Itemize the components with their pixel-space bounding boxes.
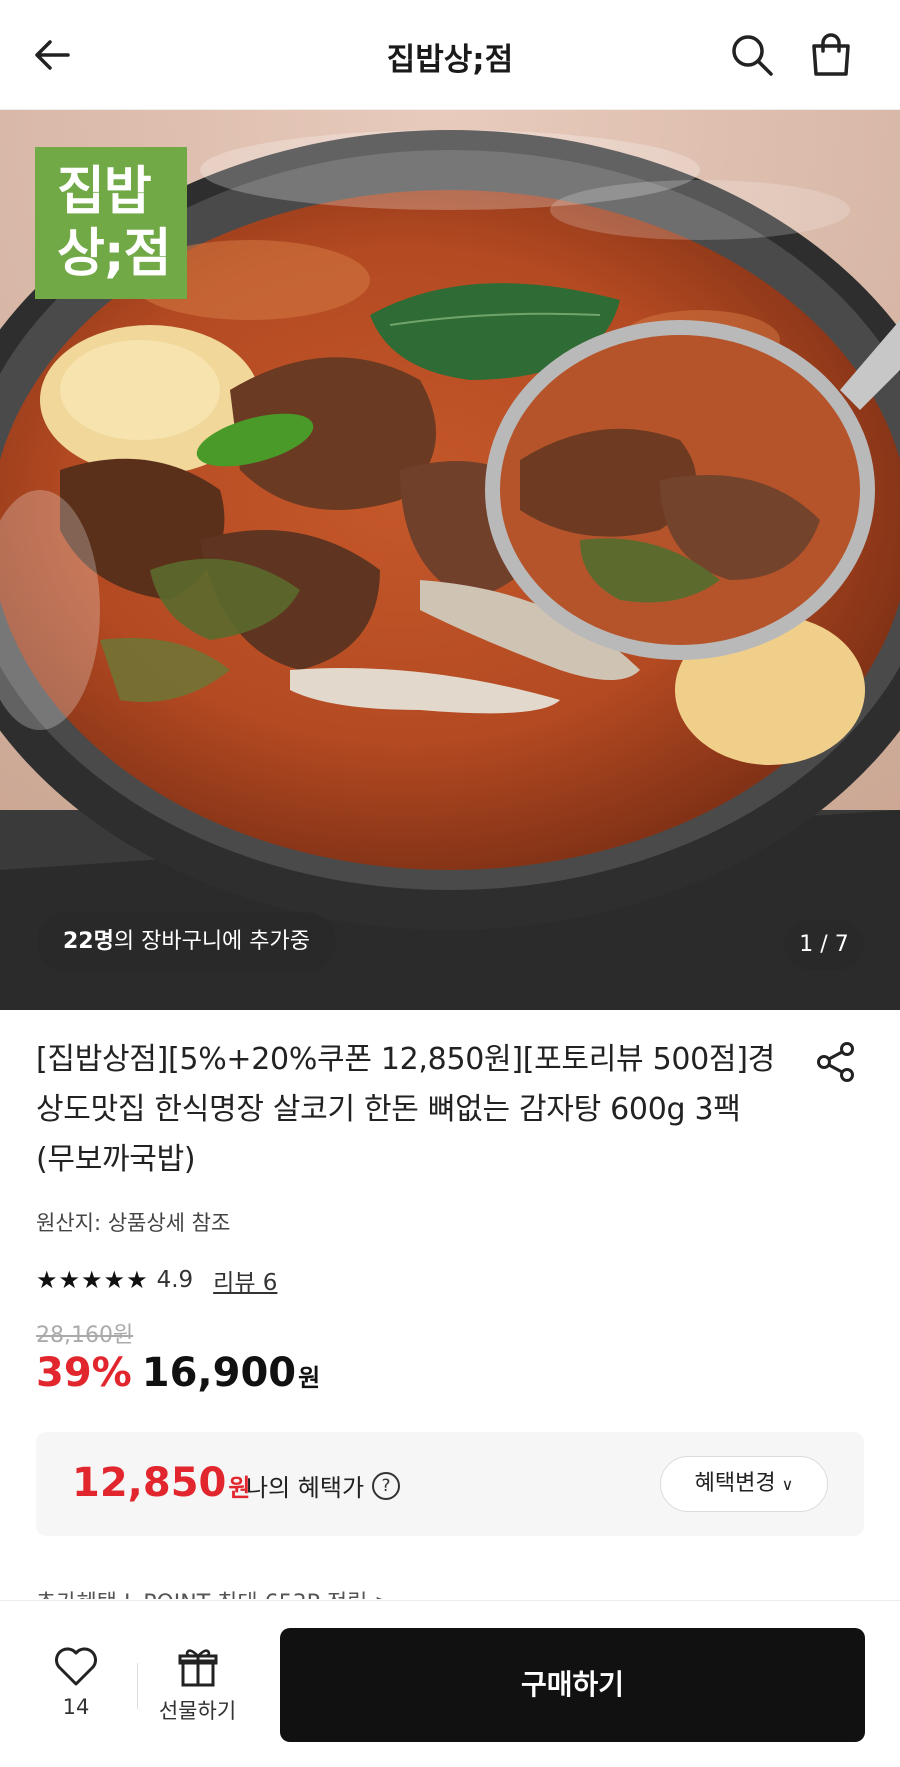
share-icon[interactable] [814, 1040, 858, 1084]
like-count: 14 [62, 1695, 90, 1719]
star-rating-icon: ★★★★★ [36, 1266, 149, 1294]
brand-logo: 집밥 상;점 [35, 147, 187, 299]
cart-count: 22명 [63, 929, 114, 954]
gift-label: 선물하기 [158, 1699, 237, 1723]
benefit-label-text: 나의 혜택가 [246, 1474, 365, 1502]
sale-price: 16,900 [141, 1350, 297, 1396]
product-detail-page: 집밥상;점 집밥 상;점 22명의 장바구니에 추가중 1 / 7 [집밥상점]… [0, 0, 900, 1767]
heart-icon [55, 1647, 97, 1686]
rating-row: ★★★★★ 4.9 리뷰 6 [36, 1263, 277, 1297]
divider [137, 1663, 138, 1709]
price-row: 39% 16,900 원 [36, 1350, 320, 1396]
benefit-price-box: 12,850 원 나의 혜택가 ? 혜택변경 ∨ [36, 1432, 864, 1536]
cart-text: 의 장바구니에 추가중 [113, 929, 311, 954]
gift-button[interactable]: 선물하기 [150, 1645, 245, 1735]
top-header: 집밥상;점 [0, 0, 900, 110]
gift-icon [178, 1649, 217, 1687]
chevron-down-icon: ∨ [781, 1475, 794, 1494]
benefit-change-label: 혜택변경 [694, 1471, 776, 1496]
benefit-price: 12,850 원 [72, 1460, 250, 1506]
benefit-label: 나의 혜택가 ? [246, 1468, 401, 1503]
discount-rate: 39% [36, 1350, 132, 1396]
shopping-bag-icon[interactable] [806, 30, 856, 80]
bottom-action-bar: 14 선물하기 구매하기 [0, 1600, 900, 1767]
rating-value: 4.9 [156, 1267, 194, 1293]
image-counter: 1 / 7 [784, 920, 864, 970]
brand-logo-line2: 상;점 [57, 224, 171, 284]
help-icon[interactable]: ? [372, 1471, 401, 1500]
like-button[interactable]: 14 [36, 1645, 116, 1735]
product-image-carousel[interactable]: 집밥 상;점 22명의 장바구니에 추가중 1 / 7 [0, 110, 900, 1010]
benefit-price-value: 12,850 [72, 1460, 227, 1506]
search-icon[interactable] [727, 30, 777, 80]
product-title: [집밥상점][5%+20%쿠폰 12,850원][포토리뷰 500점]경상도맛집… [36, 1042, 775, 1177]
brand-logo-line1: 집밥 [57, 162, 152, 222]
price-unit: 원 [298, 1364, 321, 1392]
buy-button[interactable]: 구매하기 [280, 1628, 865, 1742]
origin-info: 원산지: 상품상세 참조 [36, 1211, 231, 1235]
review-link[interactable]: 리뷰 6 [213, 1263, 277, 1297]
benefit-change-button[interactable]: 혜택변경 ∨ [660, 1456, 828, 1512]
extra-benefit-text[interactable]: 추가혜택 L.POINT 최대 653P 적립 > [36, 1585, 393, 1599]
cart-activity-pill: 22명의 장바구니에 추가중 [37, 912, 337, 972]
original-price: 28,160원 [36, 1323, 134, 1348]
